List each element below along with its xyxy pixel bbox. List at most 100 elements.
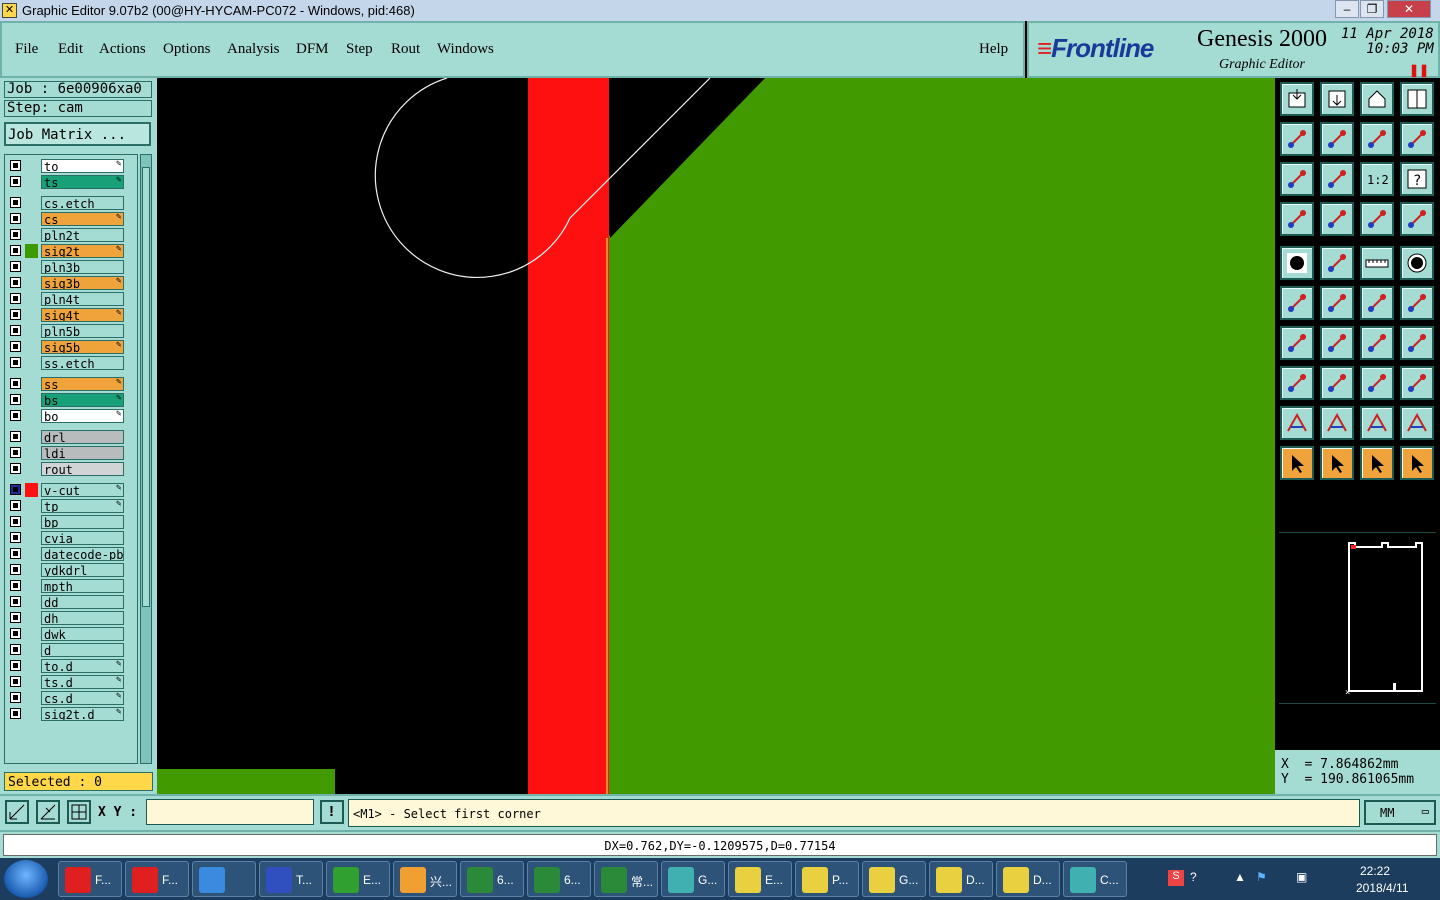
menu-options[interactable]: Options xyxy=(163,41,211,58)
layer-checkbox[interactable] xyxy=(10,378,21,389)
close-button[interactable]: ✕ xyxy=(1387,0,1431,18)
layer-name[interactable]: sig3b xyxy=(41,276,124,290)
layer-features-icon[interactable] xyxy=(1360,202,1394,236)
layer-name[interactable]: pln3b xyxy=(41,260,124,274)
draw-line-icon[interactable] xyxy=(1320,326,1354,360)
layer-row-cs.etch[interactable]: cs.etch xyxy=(8,196,126,211)
menu-help[interactable]: Help xyxy=(979,41,1008,58)
layer-row-ts.d[interactable]: ts.d ✎ xyxy=(8,675,126,690)
taskbar-item-excel-icon[interactable]: 常... xyxy=(594,861,658,897)
minimize-button[interactable]: – xyxy=(1335,0,1359,18)
layer-color-swatch[interactable] xyxy=(25,244,38,258)
layer-name[interactable]: dd xyxy=(41,595,124,609)
layer-checkbox[interactable] xyxy=(10,463,21,474)
layer-name[interactable]: mpth xyxy=(41,579,124,593)
layer-checkbox[interactable] xyxy=(10,261,21,272)
layer-checkbox[interactable] xyxy=(10,325,21,336)
layer-row-cs.d[interactable]: cs.d ✎ xyxy=(8,691,126,706)
taskbar-item-floppy-icon[interactable]: T... xyxy=(259,861,323,897)
menu-rout[interactable]: Rout xyxy=(391,41,420,58)
layer-name[interactable]: cs.etch xyxy=(41,196,124,210)
snap-center-icon[interactable] xyxy=(67,800,91,824)
triangle-icon[interactable] xyxy=(1280,406,1314,440)
zoom-fit-icon[interactable] xyxy=(1280,162,1314,196)
layer-row-sig2t[interactable]: sig2t ✎ xyxy=(8,244,126,259)
xy-input[interactable] xyxy=(146,799,314,825)
layer-row-sig5b[interactable]: sig5b ✎ xyxy=(8,340,126,355)
layer-row-pln3b[interactable]: pln3b xyxy=(8,260,126,275)
layer-row-sig3b[interactable]: sig3b ✎ xyxy=(8,276,126,291)
layer-row-cs[interactable]: cs ✎ xyxy=(8,212,126,227)
layer-name[interactable]: bp xyxy=(41,515,124,529)
layer-row-dwk[interactable]: dwk xyxy=(8,627,126,642)
move-point-icon[interactable] xyxy=(1280,366,1314,400)
layer-list-scrollbar[interactable] xyxy=(140,154,152,764)
layer-row-mpth[interactable]: mpth xyxy=(8,579,126,594)
arch-icon[interactable] xyxy=(1360,406,1394,440)
fill-pad-icon[interactable] xyxy=(1280,246,1314,280)
layer-name[interactable]: dh xyxy=(41,611,124,625)
snap-grid-icon[interactable] xyxy=(5,800,29,824)
layer-checkbox[interactable] xyxy=(10,484,21,495)
layer-color-swatch[interactable] xyxy=(25,483,38,497)
layer-name[interactable]: ts.d xyxy=(41,675,124,689)
layer-checkbox[interactable] xyxy=(10,447,21,458)
taskbar-item-frontline-icon[interactable]: F... xyxy=(58,861,122,897)
select-route-icon[interactable] xyxy=(1400,446,1434,480)
layer-checkbox[interactable] xyxy=(10,197,21,208)
prev-icon[interactable] xyxy=(1280,122,1314,156)
next-icon[interactable] xyxy=(1320,122,1354,156)
scrollbar-thumb[interactable] xyxy=(142,167,150,607)
job-matrix-button[interactable]: Job Matrix ... xyxy=(4,122,151,146)
layer-checkbox[interactable] xyxy=(10,708,21,719)
layer-name[interactable]: pln2t xyxy=(41,228,124,242)
home-icon[interactable] xyxy=(1360,82,1394,116)
layer-checkbox[interactable] xyxy=(10,357,21,368)
layer-row-datecode-pbc[interactable]: datecode-pbc xyxy=(8,547,126,562)
layer-checkbox[interactable] xyxy=(10,660,21,671)
layer-name[interactable]: bo xyxy=(41,409,124,423)
layer-name[interactable]: v-cut xyxy=(41,483,124,497)
layer-row-d[interactable]: d xyxy=(8,643,126,658)
layer-name[interactable]: ss.etch xyxy=(41,356,124,370)
layer-row-bs[interactable]: bs ✎ xyxy=(8,393,126,408)
layer-row-ldi[interactable]: ldi xyxy=(8,446,126,461)
menu-analysis[interactable]: Analysis xyxy=(227,41,280,58)
scale-1-2-icon[interactable]: 1:2 xyxy=(1360,162,1394,196)
layer-name[interactable]: tp xyxy=(41,499,124,513)
layer-row-to[interactable]: to ✎ xyxy=(8,159,126,174)
horizontal-line-icon[interactable] xyxy=(1320,366,1354,400)
layer-name[interactable]: to xyxy=(41,159,124,173)
taskbar-item-excel-icon[interactable]: 6... xyxy=(460,861,524,897)
layer-name[interactable]: ldi xyxy=(41,446,124,460)
peak-icon[interactable] xyxy=(1320,406,1354,440)
layer-attrs-icon[interactable] xyxy=(1400,202,1434,236)
add-line-icon[interactable] xyxy=(1360,286,1394,320)
layer-name[interactable]: dwk xyxy=(41,627,124,641)
ime-icon[interactable]: S xyxy=(1168,870,1184,886)
layer-checkbox[interactable] xyxy=(10,431,21,442)
layer-name[interactable]: datecode-pbc xyxy=(41,547,124,561)
redo-view-icon[interactable] xyxy=(1400,122,1434,156)
units-select[interactable]: MM ▭ xyxy=(1364,800,1436,825)
layer-checkbox[interactable] xyxy=(10,176,21,187)
open-step-icon[interactable] xyxy=(1280,82,1314,116)
layer-row-pln5b[interactable]: pln5b xyxy=(8,324,126,339)
layer-name[interactable]: cvia xyxy=(41,531,124,545)
layer-checkbox[interactable] xyxy=(10,500,21,511)
layer-checkbox[interactable] xyxy=(10,548,21,559)
undo-view-icon[interactable] xyxy=(1360,122,1394,156)
taskbar-item-eye-icon[interactable]: G... xyxy=(661,861,725,897)
menu-edit[interactable]: Edit xyxy=(58,41,83,58)
layer-row-sig4t[interactable]: sig4t ✎ xyxy=(8,308,126,323)
layer-checkbox[interactable] xyxy=(10,213,21,224)
taskbar-item-ie-icon[interactable] xyxy=(192,861,256,897)
connect-icon[interactable] xyxy=(1280,286,1314,320)
layer-name[interactable]: rout xyxy=(41,462,124,476)
resize-icon[interactable] xyxy=(1360,366,1394,400)
select-circle-icon[interactable] xyxy=(1360,446,1394,480)
layer-name[interactable]: sig2t.d xyxy=(41,707,124,721)
layer-checkbox[interactable] xyxy=(10,229,21,240)
help-icon[interactable]: ? xyxy=(1400,162,1434,196)
pause-indicator-icon[interactable]: ❚❚ xyxy=(1409,63,1429,77)
